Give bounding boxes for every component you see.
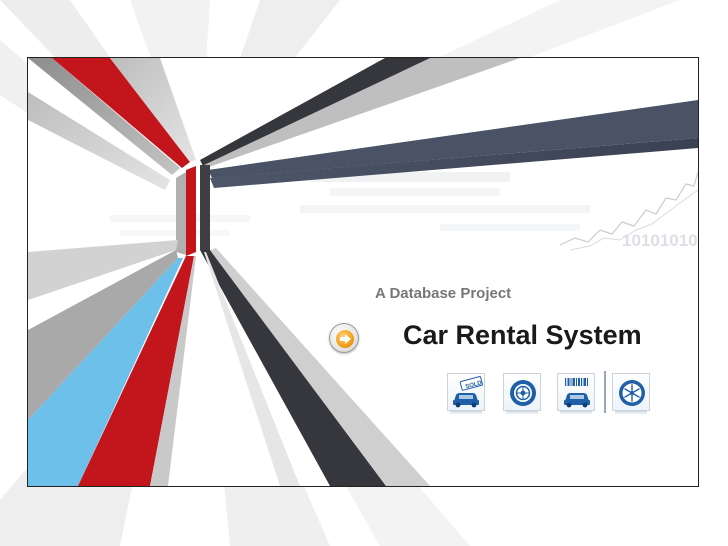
arrow-button[interactable] bbox=[329, 323, 359, 353]
tile-reflection bbox=[615, 411, 647, 415]
car-sold-icon-graphic: SOLD bbox=[453, 376, 483, 408]
dark-post bbox=[200, 165, 210, 250]
slide-title: Car Rental System bbox=[403, 320, 642, 350]
tile-reflection bbox=[450, 411, 482, 415]
right-arrow-icon bbox=[340, 334, 351, 344]
red-post bbox=[186, 166, 196, 256]
car-sold-icon[interactable]: SOLD bbox=[447, 373, 485, 415]
tire-wheel-icon-graphic bbox=[510, 380, 536, 406]
snowflake-tire-icon-graphic bbox=[619, 380, 645, 406]
tile-reflection bbox=[506, 411, 538, 415]
icon-divider bbox=[604, 371, 606, 413]
gray-post bbox=[176, 172, 186, 255]
slide: 10101010 A Database Project Car Rental S… bbox=[0, 0, 728, 546]
tire-wheel-icon[interactable] bbox=[503, 373, 541, 415]
slide-background: 10101010 bbox=[0, 0, 699, 546]
car-barcode-icon[interactable] bbox=[557, 373, 595, 415]
car-barcode-icon-graphic bbox=[564, 378, 590, 408]
snowflake-tire-icon[interactable] bbox=[612, 373, 650, 415]
slide-subtitle: A Database Project bbox=[375, 285, 512, 302]
tile-reflection bbox=[560, 411, 592, 415]
binary-text: 10101010 bbox=[622, 231, 698, 250]
